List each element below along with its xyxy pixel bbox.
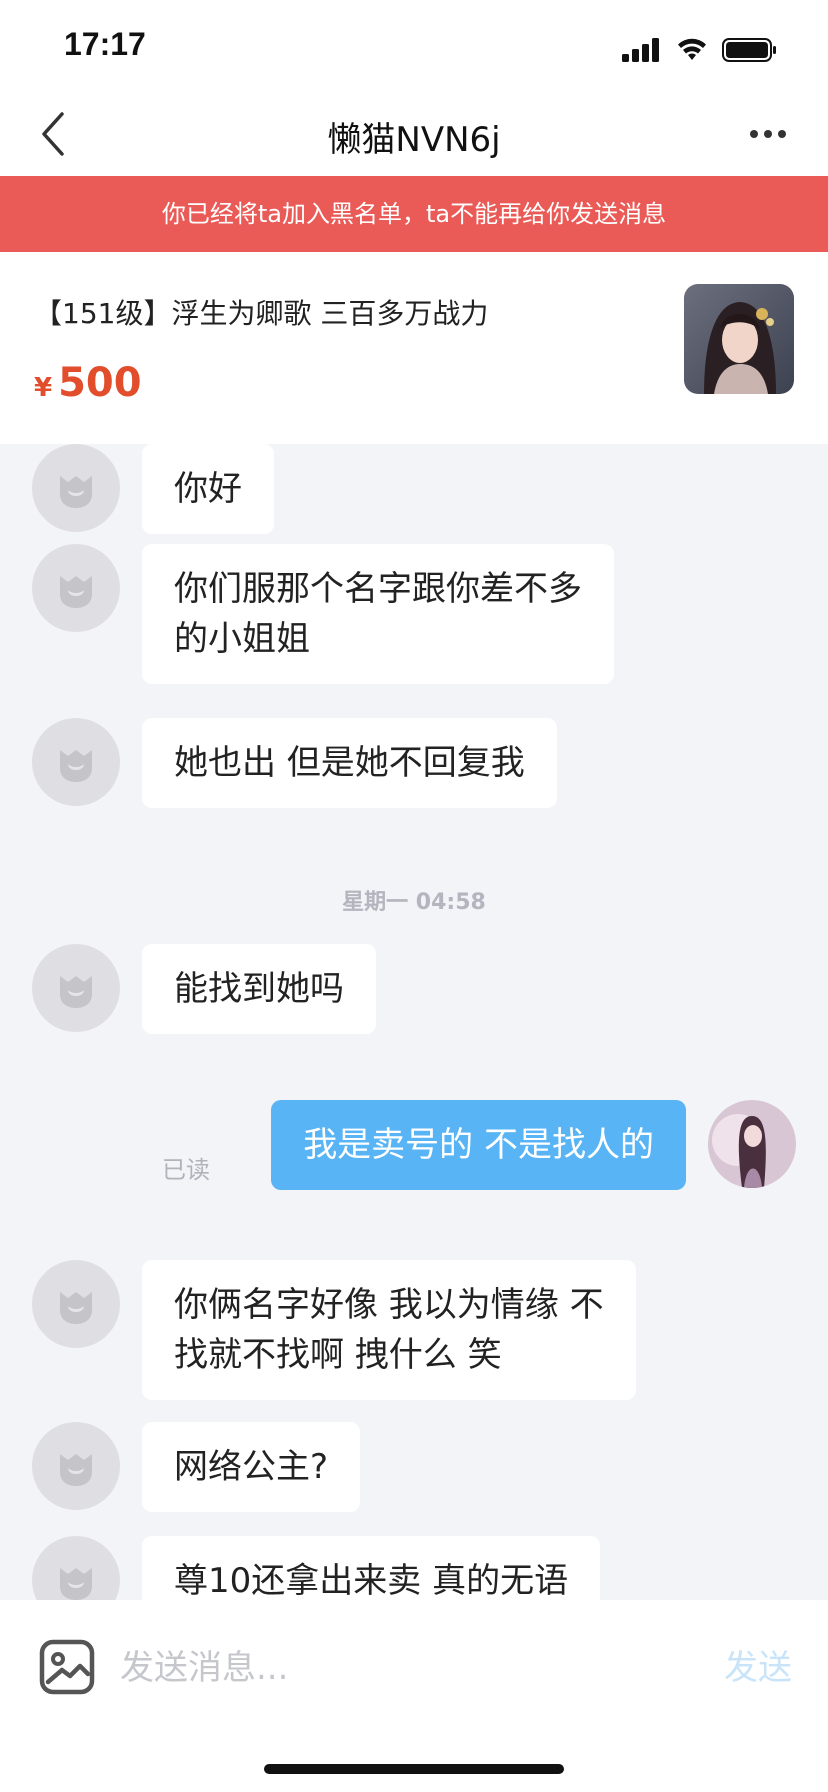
product-price: ¥500 bbox=[34, 360, 142, 406]
sender-avatar[interactable] bbox=[32, 544, 120, 632]
message-bubble[interactable]: 能找到她吗 bbox=[142, 944, 376, 1034]
signal-icon bbox=[622, 38, 659, 62]
image-picker-icon[interactable] bbox=[38, 1638, 96, 1696]
my-message-bubble[interactable]: 我是卖号的 不是找人的 bbox=[271, 1100, 686, 1190]
product-card[interactable]: 【151级】浮生为卿歌 三百多万战力 ¥500 bbox=[0, 252, 828, 444]
sender-avatar[interactable] bbox=[32, 444, 120, 532]
status-bar: 17:17 bbox=[0, 0, 828, 92]
price-currency: ¥ bbox=[34, 373, 53, 403]
blacklist-banner: 你已经将ta加入黑名单，ta不能再给你发送消息 bbox=[0, 176, 828, 252]
sender-avatar[interactable] bbox=[32, 1260, 120, 1348]
message-bubble[interactable]: 她也出 但是她不回复我 bbox=[142, 718, 557, 808]
home-indicator bbox=[264, 1764, 564, 1774]
wifi-icon bbox=[678, 38, 706, 60]
chat-area[interactable]: 你好 你们服那个名字跟你差不多 的小姐姐 她也出 但是她不回复我 星期一 04:… bbox=[0, 444, 828, 1600]
message-timestamp: 星期一 04:58 bbox=[342, 890, 486, 915]
input-bar: 发送 bbox=[0, 1600, 828, 1792]
status-time: 17:17 bbox=[64, 26, 146, 62]
nav-bar: 懒猫NVN6j bbox=[0, 92, 828, 176]
message-bubble[interactable]: 你们服那个名字跟你差不多 的小姐姐 bbox=[142, 544, 614, 684]
more-options-icon[interactable] bbox=[744, 114, 792, 154]
message-bubble[interactable]: 你俩名字好像 我以为情缘 不 找就不找啊 拽什么 笑 bbox=[142, 1260, 636, 1400]
my-avatar[interactable] bbox=[708, 1100, 796, 1188]
product-thumbnail[interactable] bbox=[684, 284, 794, 394]
battery-icon bbox=[722, 38, 776, 62]
status-icons bbox=[622, 34, 792, 66]
message-input[interactable] bbox=[120, 1640, 680, 1696]
sender-avatar[interactable] bbox=[32, 718, 120, 806]
page-title: 懒猫NVN6j bbox=[327, 120, 501, 160]
message-bubble[interactable]: 网络公主? bbox=[142, 1422, 361, 1512]
sender-avatar[interactable] bbox=[32, 1536, 120, 1600]
message-bubble[interactable]: 尊10还拿出来卖 真的无语 bbox=[142, 1536, 601, 1600]
sender-avatar[interactable] bbox=[32, 944, 120, 1032]
product-title: 【151级】浮生为卿歌 三百多万战力 bbox=[34, 297, 489, 330]
price-value: 500 bbox=[58, 360, 142, 406]
message-bubble[interactable]: 你好 bbox=[142, 444, 274, 534]
sender-avatar[interactable] bbox=[32, 1422, 120, 1510]
send-button[interactable]: 发送 bbox=[724, 1640, 792, 1689]
read-receipt: 已读 bbox=[162, 1156, 210, 1184]
